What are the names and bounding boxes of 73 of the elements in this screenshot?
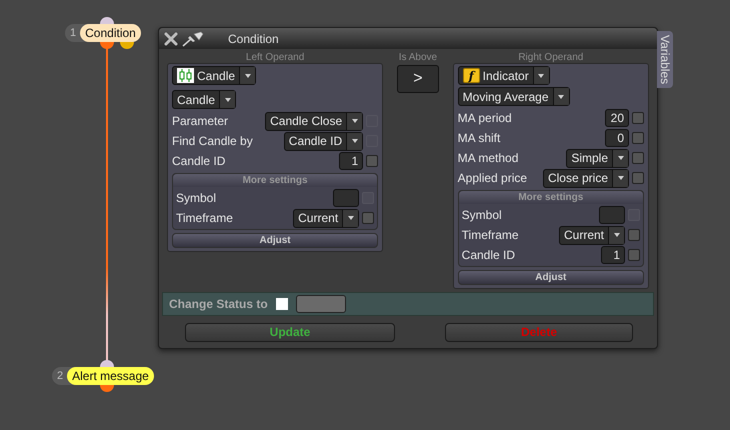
dropdown[interactable]: Moving Average [458, 87, 570, 106]
checkbox[interactable] [628, 229, 640, 241]
node-label: Condition [80, 24, 141, 42]
field-label: MA method [458, 150, 520, 167]
caret-icon [350, 138, 359, 144]
group-heading: More settings [173, 174, 378, 187]
dropdown[interactable]: Current [293, 208, 360, 228]
field-label: Parameter [172, 113, 230, 130]
output-port[interactable] [100, 385, 114, 392]
input-port[interactable] [100, 360, 114, 367]
field-label: Applied price [458, 170, 528, 187]
field-label: Candle ID [462, 247, 516, 264]
function-icon: f [462, 68, 480, 83]
candle-icon [177, 68, 194, 83]
field-label: Timeframe [462, 227, 520, 244]
number-field[interactable]: 0 [605, 129, 629, 147]
field-label: Symbol [462, 207, 503, 224]
caret-icon [346, 215, 355, 221]
checkbox[interactable] [362, 212, 374, 224]
caret-icon [557, 94, 566, 100]
section-heading: Left Operand [244, 52, 306, 63]
dropdown[interactable]: Current [558, 226, 625, 244]
input-port[interactable] [100, 17, 114, 24]
node-number: 2 [57, 368, 64, 384]
window-title: Condition [228, 30, 279, 48]
caret-icon [224, 96, 232, 102]
node-number: 1 [70, 26, 78, 41]
pin-icon[interactable] [182, 30, 204, 46]
dropdown[interactable]: Candle [172, 90, 236, 109]
text-field[interactable] [333, 189, 360, 207]
text-field[interactable] [599, 206, 625, 224]
update-button[interactable]: Update [185, 323, 395, 342]
field-label: MA period [458, 110, 513, 127]
checkbox[interactable] [632, 112, 644, 124]
field-label: Timeframe [176, 210, 234, 227]
number-field[interactable]: 1 [339, 152, 364, 170]
checkbox[interactable] [628, 249, 640, 261]
field-label: Symbol [176, 190, 218, 207]
checkbox[interactable] [632, 132, 644, 144]
caret-icon [616, 175, 624, 181]
comparator-button[interactable]: > [396, 65, 439, 93]
group-heading: More settings [458, 191, 643, 204]
output-port[interactable] [120, 42, 134, 49]
field-label: MA shift [458, 130, 502, 147]
color-field[interactable] [296, 295, 346, 313]
variables-tab[interactable]: Variables [657, 31, 673, 88]
section-heading: Right Operand [517, 52, 584, 63]
caret-icon [350, 118, 359, 124]
operand-type-dropdown[interactable]: f Indicator [458, 66, 550, 85]
status-label: Change Status to [169, 296, 268, 313]
number-field[interactable]: 1 [601, 246, 625, 264]
checkbox[interactable] [366, 155, 378, 167]
checkbox[interactable] [632, 172, 644, 184]
node-label: Alert message [67, 367, 154, 385]
number-field[interactable]: 20 [605, 109, 629, 127]
operand-type-dropdown[interactable]: Candle [172, 66, 256, 85]
checkbox[interactable] [276, 298, 288, 310]
caret-icon [244, 72, 252, 78]
section-heading: Is Above [398, 52, 438, 63]
field-label: Find Candle by [172, 133, 254, 150]
checkbox[interactable] [632, 152, 644, 164]
flow-node[interactable]: 1 Condition [65, 24, 141, 42]
dropdown[interactable]: Simple [566, 148, 629, 168]
output-port[interactable] [100, 42, 114, 49]
close-icon[interactable] [164, 32, 178, 46]
flow-node[interactable]: 2 Alert message [52, 367, 154, 385]
adjust-button[interactable]: Adjust [172, 233, 378, 248]
caret-icon [616, 155, 624, 161]
dropdown[interactable]: Close price [542, 168, 629, 188]
caret-icon [612, 232, 620, 238]
field-label: Candle ID [172, 153, 226, 170]
adjust-button[interactable]: Adjust [458, 270, 644, 285]
caret-icon [537, 72, 546, 78]
